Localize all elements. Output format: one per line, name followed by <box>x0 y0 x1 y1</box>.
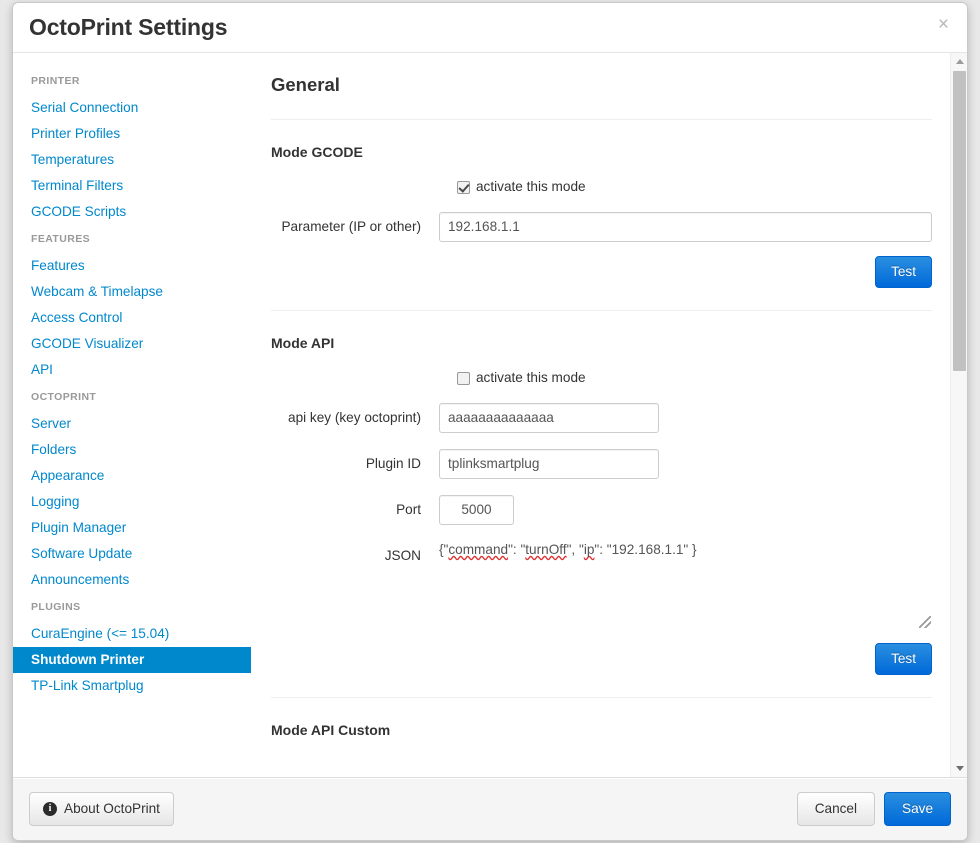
api-port-control <box>439 495 932 525</box>
sidebar-item-server[interactable]: Server <box>13 411 251 437</box>
api-plugin-id-input[interactable] <box>439 449 659 479</box>
sidebar-item-logging[interactable]: Logging <box>13 489 251 515</box>
api-port-input[interactable] <box>439 495 514 525</box>
save-button[interactable]: Save <box>884 792 951 826</box>
sidebar-group-header-octoprint: OCTOPRINT <box>31 391 97 403</box>
api-activate-row: activate this mode <box>271 369 932 387</box>
gcode-activate-label[interactable]: activate this mode <box>476 178 586 196</box>
gcode-parameter-control <box>439 212 932 242</box>
scrollbar-thumb[interactable] <box>953 71 966 371</box>
sidebar-item-folders[interactable]: Folders <box>13 437 251 463</box>
api-json-text: {"command": "turnOff", "ip": "192.168.1.… <box>439 542 697 557</box>
api-key-label: api key (key octoprint) <box>288 410 421 425</box>
sidebar-item-terminal-filters[interactable]: Terminal Filters <box>13 173 251 199</box>
sidebar-item-features[interactable]: Features <box>13 253 251 279</box>
about-octoprint-label: About OctoPrint <box>64 801 160 816</box>
settings-dialog: OctoPrint Settings × PRINTER Serial Conn… <box>12 2 968 841</box>
sidebar-item-serial-connection[interactable]: Serial Connection <box>13 95 251 121</box>
api-key-control <box>439 403 932 433</box>
dialog-footer: i About OctoPrint Cancel Save <box>13 777 967 840</box>
spellcheck-turnoff: turnOff <box>525 542 567 557</box>
cancel-button[interactable]: Cancel <box>796 792 876 826</box>
sidebar-item-temperatures[interactable]: Temperatures <box>13 147 251 173</box>
divider-after-gcode <box>271 310 932 311</box>
sidebar-item-gcode-scripts[interactable]: GCODE Scripts <box>13 199 251 225</box>
about-octoprint-button[interactable]: i About OctoPrint <box>29 792 174 826</box>
settings-content-wrap: General Mode GCODE activate this mode Pa… <box>251 53 967 777</box>
textarea-resize-handle[interactable] <box>919 616 931 628</box>
close-icon[interactable]: × <box>934 13 953 36</box>
spellcheck-ip: ip <box>583 542 595 557</box>
api-json-row: JSON {"command": "turnOff", "ip": "192.1… <box>271 541 932 629</box>
section-title-api-custom: Mode API Custom <box>271 722 391 738</box>
api-key-row: api key (key octoprint) <box>271 403 932 433</box>
sidebar-group-header-features: FEATURES <box>31 233 91 245</box>
gcode-parameter-label: Parameter (IP or other) <box>281 219 421 234</box>
footer-actions: Cancel Save <box>796 792 951 826</box>
api-port-label: Port <box>396 502 421 517</box>
api-plugin-id-label: Plugin ID <box>365 456 421 471</box>
api-test-button[interactable]: Test <box>875 643 932 675</box>
dialog-header: OctoPrint Settings × <box>13 3 967 53</box>
divider <box>271 119 932 120</box>
sidebar-item-printer-profiles[interactable]: Printer Profiles <box>13 121 251 147</box>
sidebar-item-announcements[interactable]: Announcements <box>13 567 251 593</box>
api-json-label: JSON <box>384 548 421 563</box>
spellcheck-command: command <box>448 542 509 557</box>
gcode-test-row: Test <box>271 256 932 288</box>
sidebar-group-header-plugins: PLUGINS <box>31 601 81 613</box>
content-scrollbar[interactable] <box>950 53 967 777</box>
api-json-textarea[interactable]: {"command": "turnOff", "ip": "192.168.1.… <box>439 541 932 629</box>
info-icon: i <box>43 802 57 816</box>
sidebar-item-webcam-timelapse[interactable]: Webcam & Timelapse <box>13 279 251 305</box>
sidebar-item-software-update[interactable]: Software Update <box>13 541 251 567</box>
settings-content: General Mode GCODE activate this mode Pa… <box>251 53 950 777</box>
gcode-activate-row: activate this mode <box>271 178 932 196</box>
sidebar-item-shutdown-printer[interactable]: Shutdown Printer <box>13 647 251 673</box>
scroll-up-icon[interactable] <box>951 53 967 70</box>
gcode-test-button[interactable]: Test <box>875 256 932 288</box>
section-title-gcode: Mode GCODE <box>271 144 363 160</box>
api-json-control: {"command": "turnOff", "ip": "192.168.1.… <box>439 541 932 629</box>
content-heading: General <box>271 74 340 95</box>
sidebar-group-header-printer: PRINTER <box>31 75 80 87</box>
sidebar-item-plugin-manager[interactable]: Plugin Manager <box>13 515 251 541</box>
api-activate-label[interactable]: activate this mode <box>476 369 586 387</box>
scroll-down-icon[interactable] <box>951 760 967 777</box>
divider-after-api <box>271 697 932 698</box>
sidebar-item-gcode-visualizer[interactable]: GCODE Visualizer <box>13 331 251 357</box>
page-title: OctoPrint Settings <box>29 13 228 40</box>
dialog-body: PRINTER Serial Connection Printer Profil… <box>13 53 967 777</box>
api-key-input[interactable] <box>439 403 659 433</box>
sidebar-item-access-control[interactable]: Access Control <box>13 305 251 331</box>
sidebar-item-tplink-smartplug[interactable]: TP-Link Smartplug <box>13 673 251 699</box>
api-activate-checkbox[interactable] <box>457 371 470 385</box>
api-plugin-id-control <box>439 449 932 479</box>
api-test-row: Test <box>271 643 932 675</box>
gcode-activate-checkbox[interactable] <box>457 180 470 194</box>
sidebar-item-api[interactable]: API <box>13 357 251 383</box>
api-port-row: Port <box>271 495 932 525</box>
gcode-parameter-input[interactable] <box>439 212 932 242</box>
sidebar-item-appearance[interactable]: Appearance <box>13 463 251 489</box>
sidebar-item-curaengine[interactable]: CuraEngine (<= 15.04) <box>13 621 251 647</box>
settings-sidebar: PRINTER Serial Connection Printer Profil… <box>13 53 251 777</box>
gcode-parameter-row: Parameter (IP or other) <box>271 212 932 242</box>
api-plugin-id-row: Plugin ID <box>271 449 932 479</box>
section-title-api: Mode API <box>271 335 335 351</box>
